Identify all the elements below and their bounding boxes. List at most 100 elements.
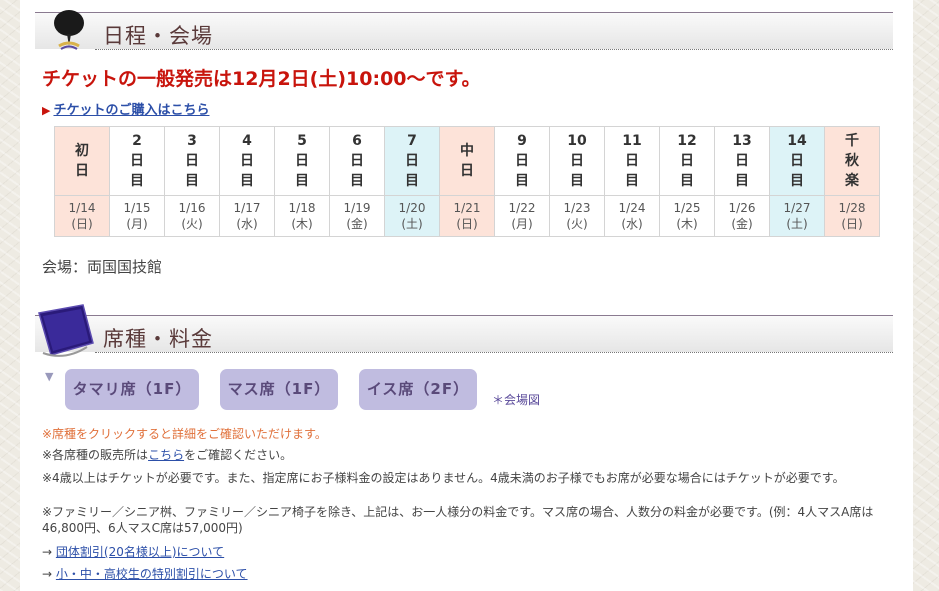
seats-section-header: 席種・料金 [35,304,893,357]
day-label-char: 目 [240,173,254,189]
weekday-text: (水) [236,217,258,231]
date-text: 1/19 [343,201,371,215]
day-label-char: 日 [75,163,89,179]
day-label-char: 千 [845,133,859,149]
schedule-day-cell: 千秋楽 [824,126,880,196]
schedule-day-cell: 11 日目 [604,126,660,196]
weekday-text: (土) [401,217,423,231]
content-panel: 日程・会場 チケットの一般発売は12月2日(土)10:00～です。 ▶ チケットの… [20,0,913,591]
schedule-date-cell: 1/15 (月) [109,195,165,237]
day-label-char: 目 [295,173,309,189]
day-label-char: 秋 [845,153,859,169]
group-discount-link[interactable]: 団体割引(20名様以上)について [56,545,224,559]
day-label-char: 目 [790,173,804,189]
weekday-text: (木) [291,217,313,231]
date-text: 1/24 [618,201,646,215]
schedule-date-cell: 1/25 (木) [659,195,715,237]
schedule-day-cell: 10 日目 [549,126,605,196]
seats-section-title: 席種・料金 [103,327,213,351]
weekday-text: (月) [126,217,148,231]
schedule-day-cell: 3 日目 [164,126,220,196]
triangle-down-icon: ▼ [45,370,54,383]
seat-button-tamari[interactable]: タマリ席（1F） [65,369,199,410]
weekday-text: (土) [786,217,808,231]
schedule-date-cell: 1/19 (金) [329,195,385,237]
day-label-char: 日 [460,163,474,179]
day-label-char: 楽 [845,173,859,189]
date-text: 1/18 [288,201,316,215]
sales-place-link[interactable]: こちら [148,448,184,462]
day-label-char: 日 [240,153,254,169]
day-label-char: 7 [407,133,417,149]
venue-text: 会場：両国国技館 [42,258,163,276]
day-label-char: 13 [732,133,752,149]
day-label-char: 日 [185,153,199,169]
date-text: 1/20 [398,201,426,215]
schedule-day-cell: 13 日目 [714,126,770,196]
seat-button-isu[interactable]: イス席（2F） [359,369,477,410]
cushion-icon [38,304,94,357]
sales-note-prefix: ※各席種の販売所は [42,448,149,462]
weekday-text: (日) [456,217,478,231]
schedule-day-cell: 7 日目 [384,126,440,196]
weekday-text: (火) [181,217,203,231]
student-discount-row: → 小・中・高校生の特別割引について [42,565,248,582]
student-discount-link[interactable]: 小・中・高校生の特別割引について [56,567,248,581]
date-text: 1/22 [508,201,536,215]
date-text: 1/15 [123,201,151,215]
schedule-date-cell: 1/18 (木) [274,195,330,237]
click-note: ※席種をクリックすると詳細をご確認いただけます。 [42,427,327,441]
date-text: 1/17 [233,201,261,215]
day-label-char: 目 [735,173,749,189]
seat-button-masu[interactable]: マス席（1F） [220,369,338,410]
schedule-section-title: 日程・会場 [103,24,213,48]
day-label-char: 11 [622,133,642,149]
day-label-char: 日 [295,153,309,169]
schedule-days-row: 初日 2 日目 3 日目 4 日目 5 日目 6 日目 7 日目 中日 9 日目 10 日目 11 日目 12 日目 13 日… [54,126,880,196]
schedule-day-cell: 6 日目 [329,126,385,196]
day-label-char: 3 [187,133,197,149]
buy-tickets-link[interactable]: チケットのご購入はこちら [53,103,209,118]
weekday-text: (木) [676,217,698,231]
weekday-text: (水) [621,217,643,231]
day-label-char: 9 [517,133,527,149]
triangle-right-icon: ▶ [42,104,51,117]
day-label-char: 日 [515,153,529,169]
sales-note: ※各席種の販売所はこちらをご確認ください。 [42,447,882,463]
date-text: 1/23 [563,201,591,215]
day-label-char: 目 [625,173,639,189]
date-text: 1/28 [838,201,866,215]
day-label-char: 日 [790,153,804,169]
schedule-section-header: 日程・会場 [35,10,893,50]
arrow-right-icon: → [42,545,53,559]
date-text: 1/26 [728,201,756,215]
date-text: 1/16 [178,201,206,215]
day-label-char: 目 [570,173,584,189]
weekday-text: (月) [511,217,533,231]
weekday-text: (火) [566,217,588,231]
weekday-text: (日) [841,217,863,231]
day-label-char: 日 [625,153,639,169]
group-discount-row: → 団体割引(20名様以上)について [42,543,224,560]
day-label-char: 日 [405,153,419,169]
weekday-text: (金) [346,217,368,231]
age-note: ※4歳以上はチケットが必要です。また、指定席にお子様料金の設定はありません。4歳… [42,471,845,485]
buy-link-row: ▶ チケットのご購入はこちら [42,99,209,118]
day-label-char: 中 [460,143,474,159]
schedule-day-cell: 4 日目 [219,126,275,196]
schedule-date-cell: 1/14 (日) [54,195,110,237]
venue-map-link[interactable]: ＊会場図 [492,391,540,408]
schedule-date-cell: 1/27 (土) [769,195,825,237]
date-text: 1/27 [783,201,811,215]
day-label-char: 日 [130,153,144,169]
schedule-date-cell: 1/23 (火) [549,195,605,237]
schedule-date-cell: 1/22 (月) [494,195,550,237]
schedule-date-cell: 1/17 (水) [219,195,275,237]
schedule-date-cell: 1/21 (日) [439,195,495,237]
arrow-right-icon: → [42,567,53,581]
day-label-char: 10 [567,133,587,149]
price-note: ※ファミリー／シニア桝、ファミリー／シニア椅子を除き、上記は、お一人様分の料金で… [42,505,874,535]
day-label-char: 目 [185,173,199,189]
day-label-char: 初 [75,143,89,159]
day-label-char: 6 [352,133,362,149]
